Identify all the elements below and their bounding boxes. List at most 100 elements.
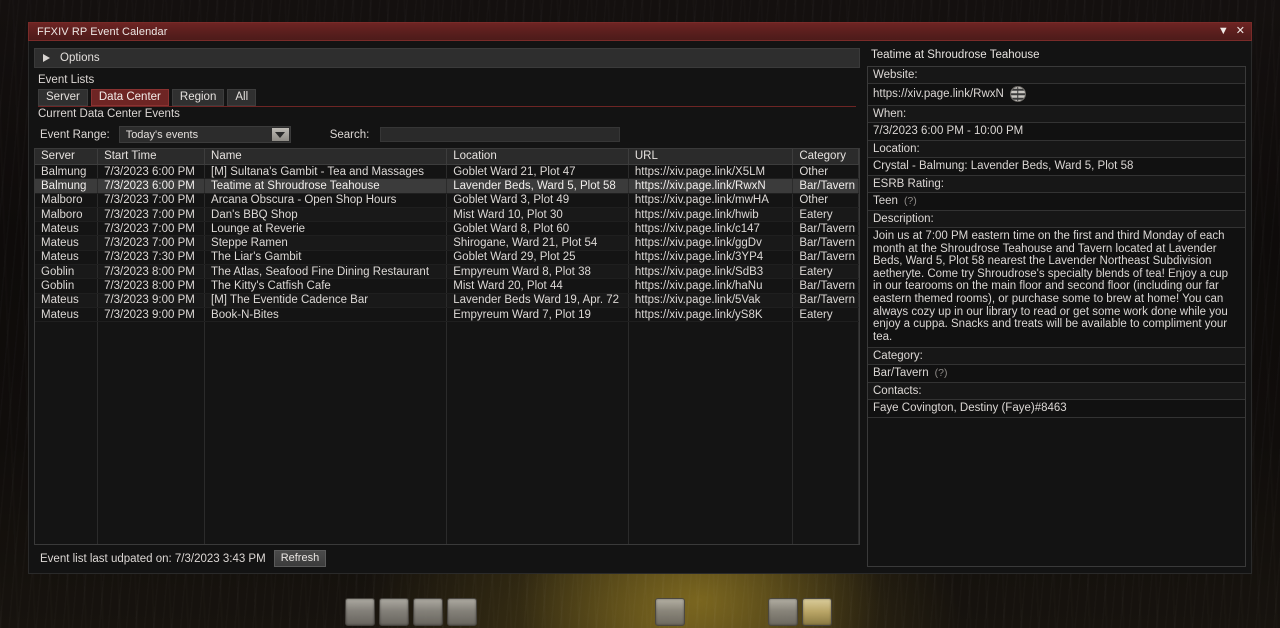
tab-server[interactable]: Server: [38, 89, 88, 106]
cell-empty: [628, 521, 794, 537]
event-range-select[interactable]: Today's events: [118, 126, 291, 143]
table-row-empty: [35, 464, 859, 480]
table-row-empty: [35, 521, 859, 537]
cell-empty: [628, 378, 794, 394]
list-controls: Event Range: Today's events Search:: [34, 122, 860, 148]
hotbar-slot[interactable]: [379, 598, 409, 626]
cell-empty: [97, 493, 206, 508]
table-row[interactable]: Mateus 7/3/2023 7:30 PM The Liar's Gambit G…: [35, 250, 859, 266]
cell-empty: [446, 521, 629, 537]
options-expander[interactable]: Options: [34, 48, 860, 68]
column-header-name[interactable]: Name: [204, 149, 448, 165]
column-header-category[interactable]: Category: [792, 149, 859, 165]
cell-category: Bar/Tavern: [792, 178, 859, 194]
cell-empty: [35, 421, 99, 437]
cell-name: [M] The Eventide Cadence Bar: [204, 293, 448, 308]
detail-pane: Teatime at Shroudrose Teahouse Website: …: [867, 48, 1246, 567]
column-header-url[interactable]: URL: [628, 149, 794, 165]
hotbar-slot[interactable]: [413, 598, 443, 626]
table-row-empty: [35, 493, 859, 508]
table-row[interactable]: Balmung 7/3/2023 6:00 PM Teatime at Shroud…: [35, 178, 859, 194]
close-icon[interactable]: ✕: [1236, 26, 1245, 37]
column-header-server[interactable]: Server: [35, 149, 99, 165]
tab-all[interactable]: All: [227, 89, 257, 106]
table-row[interactable]: Mateus 7/3/2023 9:00 PM [M] The Eventide C…: [35, 293, 859, 308]
cell-empty: [204, 364, 448, 379]
table-row[interactable]: Malboro 7/3/2023 7:00 PM Arcana Obscura - …: [35, 193, 859, 208]
cell-name: The Liar's Gambit: [204, 250, 448, 266]
contacts-label: Contacts:: [868, 383, 1245, 401]
cell-empty: [204, 336, 448, 351]
cell-empty: [628, 493, 794, 508]
hotbar-slot[interactable]: [447, 598, 477, 626]
cell-empty: [204, 393, 448, 408]
cell-location: Goblet Ward 3, Plot 49: [446, 193, 629, 208]
category-value: Bar/Tavern: [873, 367, 929, 380]
cell-server: Mateus: [35, 293, 99, 308]
cell-empty: [792, 436, 859, 451]
cell-empty: [204, 507, 448, 522]
cell-category: Bar/Tavern: [792, 293, 859, 308]
table-row[interactable]: Balmung 7/3/2023 6:00 PM [M] Sultana's Gam…: [35, 164, 859, 180]
description-label: Description:: [868, 211, 1245, 228]
refresh-button[interactable]: Refresh: [273, 550, 327, 567]
cell-name: Lounge at Reverie: [204, 221, 448, 237]
cell-empty: [446, 378, 629, 394]
column-header-start[interactable]: Start Time: [97, 149, 206, 165]
category-help-icon[interactable]: (?): [935, 367, 948, 379]
esrb-help-icon[interactable]: (?): [904, 195, 917, 207]
event-list-tabs: Server Data Center Region All: [34, 89, 860, 106]
tab-data-center[interactable]: Data Center: [90, 89, 169, 106]
triangle-down-icon[interactable]: ▼: [1218, 26, 1229, 37]
website-label: Website:: [868, 67, 1245, 84]
cell-empty: [97, 364, 206, 379]
hotbar-slot[interactable]: [802, 598, 832, 626]
cell-server: Mateus: [35, 250, 99, 266]
triangle-right-icon: [43, 54, 50, 62]
table-row[interactable]: Goblin 7/3/2023 8:00 PM The Kitty's Catfis…: [35, 278, 859, 294]
cell-empty: [628, 450, 794, 465]
table-row[interactable]: Mateus 7/3/2023 7:00 PM Lounge at Reverie G…: [35, 221, 859, 237]
events-table-header-row: Server Start Time Name Location URL Cate…: [35, 149, 859, 165]
search-input[interactable]: [380, 127, 621, 142]
table-row-empty: [35, 507, 859, 522]
when-value: 7/3/2023 6:00 PM - 10:00 PM: [868, 123, 1245, 141]
options-label: Options: [60, 52, 100, 64]
chevron-down-icon[interactable]: [271, 128, 289, 141]
cell-server: Malboro: [35, 207, 99, 223]
cell-start-time: 7/3/2023 7:00 PM: [97, 193, 206, 208]
table-row[interactable]: Mateus 7/3/2023 7:00 PM Steppe Ramen Shirog…: [35, 235, 859, 251]
globe-icon[interactable]: [1009, 86, 1026, 102]
cell-empty: [446, 336, 629, 351]
description-value: Join us at 7:00 PM eastern time on the f…: [868, 228, 1245, 349]
table-row[interactable]: Goblin 7/3/2023 8:00 PM The Atlas, Seafood…: [35, 264, 859, 280]
table-row-empty: [35, 336, 859, 351]
cell-empty: [204, 450, 448, 465]
cell-location: Empyreum Ward 7, Plot 19: [446, 307, 629, 323]
cell-name: Book-N-Bites: [204, 307, 448, 323]
hotbar-slot[interactable]: [655, 598, 685, 626]
cell-server: Balmung: [35, 178, 99, 194]
cell-url: https://xiv.page.link/mwHA: [628, 193, 794, 208]
website-url[interactable]: https://xiv.page.link/RwxN: [873, 88, 1004, 100]
table-row[interactable]: Mateus 7/3/2023 9:00 PM Book-N-Bites Empyre…: [35, 307, 859, 323]
website-value-row: https://xiv.page.link/RwxN: [868, 84, 1245, 106]
cell-empty: [792, 378, 859, 394]
hotbar-slot[interactable]: [345, 598, 375, 626]
cell-server: Mateus: [35, 307, 99, 323]
cell-empty: [204, 321, 448, 337]
cell-empty: [792, 407, 859, 422]
cell-empty: [35, 521, 99, 537]
cell-empty: [628, 407, 794, 422]
table-row-empty: [35, 321, 859, 337]
table-row[interactable]: Malboro 7/3/2023 7:00 PM Dan's BBQ Shop Mis…: [35, 207, 859, 223]
tab-region[interactable]: Region: [171, 89, 225, 106]
cell-category: Eatery: [792, 207, 859, 223]
cell-category: Bar/Tavern: [792, 221, 859, 237]
cell-empty: [35, 407, 99, 422]
hotbar-slot[interactable]: [768, 598, 798, 626]
cell-empty: [97, 336, 206, 351]
cell-name: Steppe Ramen: [204, 235, 448, 251]
column-header-location[interactable]: Location: [446, 149, 629, 165]
cell-start-time: 7/3/2023 7:00 PM: [97, 235, 206, 251]
